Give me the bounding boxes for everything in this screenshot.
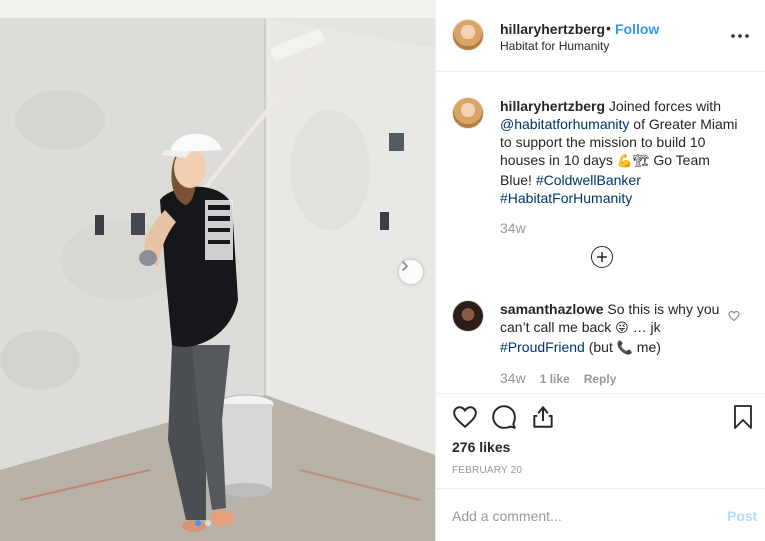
comment-meta: 34w 1 like Reply	[500, 370, 616, 386]
post-caption: hillaryhertzberg Joined forces with @hab…	[500, 97, 740, 207]
caption-emoji: 💪🏗	[616, 154, 650, 169]
carousel-dot-active	[195, 520, 201, 526]
caption-username[interactable]: hillaryhertzberg	[500, 98, 605, 114]
heart-icon	[453, 406, 477, 429]
comment-hashtag[interactable]: #ProudFriend	[500, 339, 585, 355]
carousel-next-button[interactable]	[399, 260, 423, 284]
save-button[interactable]	[731, 404, 755, 435]
chevron-right-icon	[402, 261, 409, 271]
load-more-comments-button[interactable]	[591, 246, 613, 268]
caption-text: Joined forces with	[605, 98, 721, 114]
like-comment-button[interactable]	[728, 309, 740, 327]
comment-timestamp[interactable]: 34w	[500, 370, 526, 386]
post-location[interactable]: Habitat for Humanity	[500, 39, 609, 53]
comment-likes[interactable]: 1 like	[540, 372, 570, 386]
share-icon	[533, 406, 553, 428]
separator-dot: •	[606, 20, 611, 36]
caption-hashtag[interactable]: #HabitatForHumanity	[500, 190, 632, 206]
post-photo[interactable]	[0, 0, 435, 541]
post-username[interactable]: hillaryhertzberg	[500, 21, 605, 37]
heart-icon	[728, 310, 740, 322]
post-actions: 276 likes FEBRUARY 20	[436, 393, 765, 488]
more-options-button[interactable]	[726, 22, 754, 46]
comment-avatar[interactable]	[452, 300, 484, 332]
share-button[interactable]	[530, 404, 556, 435]
like-count[interactable]: 276 likes	[452, 439, 510, 455]
caption-mention[interactable]: @habitatforhumanity	[500, 116, 629, 132]
reply-button[interactable]: Reply	[584, 372, 617, 386]
comment-body: … jk	[628, 319, 661, 335]
photo-illustration	[0, 0, 435, 541]
comment-input[interactable]	[452, 505, 692, 527]
post-comment-button[interactable]: Post	[727, 508, 757, 524]
caption-avatar[interactable]	[452, 97, 484, 129]
like-button[interactable]	[452, 404, 478, 435]
post-header: hillaryhertzberg • Follow Habitat for Hu…	[436, 0, 765, 72]
comment-emoji: 📞	[616, 341, 633, 356]
comment-text: samanthazlowe So this is why you can’t c…	[500, 300, 720, 358]
comment-emoji: 😜	[615, 321, 629, 336]
more-options-icon	[731, 34, 749, 38]
comment-icon	[492, 405, 516, 429]
avatar[interactable]	[452, 19, 484, 51]
plus-circle-icon	[597, 252, 607, 262]
comment-button[interactable]	[491, 404, 517, 435]
comment-body: me)	[632, 339, 661, 355]
caption-timestamp[interactable]: 34w	[500, 220, 526, 236]
comment-username[interactable]: samanthazlowe	[500, 301, 603, 317]
caption-hashtag[interactable]: #ColdwellBanker	[536, 172, 641, 188]
add-comment-bar: Post	[436, 488, 765, 541]
comments-section: hillaryhertzberg Joined forces with @hab…	[436, 73, 765, 393]
post-date[interactable]: FEBRUARY 20	[452, 465, 522, 476]
comment-body: (but	[584, 339, 617, 355]
post-detail-panel: hillaryhertzberg • Follow Habitat for Hu…	[435, 0, 765, 541]
carousel-dot	[205, 520, 211, 526]
carousel-indicator	[195, 520, 211, 526]
bookmark-icon	[734, 405, 752, 429]
follow-button[interactable]: Follow	[615, 21, 659, 37]
